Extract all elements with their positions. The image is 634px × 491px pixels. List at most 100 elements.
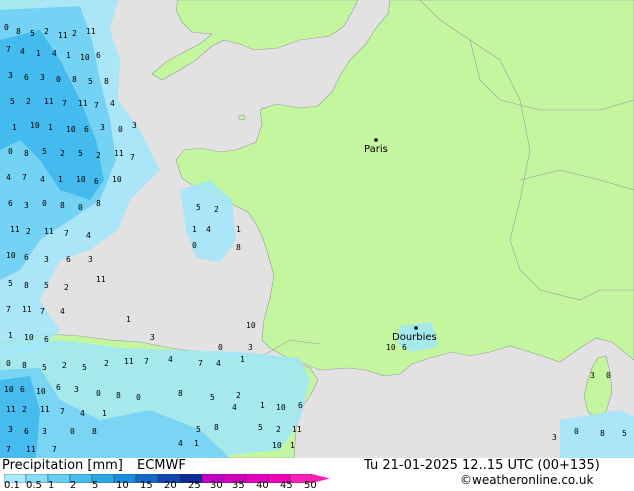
precip-value: 8 xyxy=(236,243,241,252)
precip-value: 11 xyxy=(10,225,20,234)
precip-value: 2 xyxy=(60,149,65,158)
precip-value: 2 xyxy=(72,29,77,38)
precip-value: 1 xyxy=(194,439,199,448)
precip-value: 6 xyxy=(24,253,29,262)
precip-value: 3 xyxy=(150,333,155,342)
precip-value: 6 xyxy=(94,177,99,186)
precip-value: 0 xyxy=(96,389,101,398)
precip-value: 5 xyxy=(10,97,15,106)
precip-value: 1 xyxy=(58,175,63,184)
precip-value: 0 xyxy=(70,427,75,436)
precip-value: 4 xyxy=(110,99,115,108)
precip-value: 10 xyxy=(24,333,34,342)
precip-value: 4 xyxy=(6,173,11,182)
precip-value: 3 xyxy=(88,255,93,264)
precip-value: 10 xyxy=(276,403,286,412)
precip-value: 10 xyxy=(36,387,46,396)
precip-value: 5 xyxy=(196,425,201,434)
precip-value: 4 xyxy=(20,47,25,56)
precip-value: 2 xyxy=(26,97,31,106)
precip-value: 4 xyxy=(60,307,65,316)
precip-value: 0 xyxy=(6,359,11,368)
precip-value: 0 xyxy=(574,427,579,436)
precip-value: 11 xyxy=(22,305,32,314)
precip-value: 8 xyxy=(16,27,21,36)
precip-value: 10 xyxy=(386,343,396,352)
precip-value: 8 xyxy=(22,361,27,370)
legend-tick-label: 20 xyxy=(164,480,177,491)
precip-value: 11 xyxy=(58,31,68,40)
precip-value: 11 xyxy=(78,99,88,108)
precip-value: 5 xyxy=(196,203,201,212)
precip-value: 2 xyxy=(44,27,49,36)
precip-value: 4 xyxy=(52,49,57,58)
precip-value: 1 xyxy=(102,409,107,418)
precip-value: 11 xyxy=(44,97,54,106)
precipitation-map[interactable]: 0 8 5 2 11 2 11 7 4 1 4 1 10 6 3 6 3 0 8 5 8 5 2 11 7 11 7 4 1 10 1 10 6… xyxy=(0,0,634,459)
precip-value: 10 xyxy=(76,175,86,184)
precip-value: 1 xyxy=(126,315,131,324)
precip-value: 7 xyxy=(6,305,11,314)
precip-value: 6 xyxy=(20,385,25,394)
precip-value: 0 xyxy=(118,125,123,134)
precip-value: 4 xyxy=(178,439,183,448)
precip-value: 6 xyxy=(24,73,29,82)
precip-value: 4 xyxy=(40,175,45,184)
precip-value: 0 xyxy=(4,23,9,32)
precip-value: 1 xyxy=(8,331,13,340)
precip-value: 5 xyxy=(44,281,49,290)
valid-time: Tu 21-01-2025 12..15 UTC (00+135) xyxy=(364,458,600,473)
precip-value: 0 xyxy=(8,147,13,156)
precip-value: 0 xyxy=(218,343,223,352)
precip-value: 0 xyxy=(78,203,83,212)
precip-value: 8 xyxy=(104,77,109,86)
city-label-dourbies: Dourbies xyxy=(392,332,437,343)
title-precipitation: Precipitation [mm] xyxy=(2,458,123,473)
precip-value: 8 xyxy=(92,427,97,436)
precip-value: 3 xyxy=(552,433,557,442)
precip-value: 8 xyxy=(600,429,605,438)
model-label: ECMWF xyxy=(137,458,186,473)
precip-value: 6 xyxy=(56,383,61,392)
precip-value: 7 xyxy=(64,229,69,238)
city-dot-paris xyxy=(374,138,378,142)
precip-value: 3 xyxy=(40,73,45,82)
precip-value: 6 xyxy=(96,51,101,60)
precip-value: 1 xyxy=(12,123,17,132)
precip-value: 10 xyxy=(30,121,40,130)
precip-value: 1 xyxy=(48,123,53,132)
legend-tick-label: 2 xyxy=(70,480,77,491)
precip-value: 7 xyxy=(198,359,203,368)
precip-value: 6 xyxy=(298,401,303,410)
precip-value: 8 xyxy=(178,389,183,398)
precip-value: 7 xyxy=(6,45,11,54)
precip-value: 1 xyxy=(240,355,245,364)
precip-value: 5 xyxy=(210,393,215,402)
precip-value: 1 xyxy=(66,51,71,60)
legend-tick-label: 30 xyxy=(210,480,223,491)
precip-value: 2 xyxy=(64,283,69,292)
precip-value: 4 xyxy=(216,359,221,368)
precip-value: 10 xyxy=(4,385,14,394)
precip-value: 10 xyxy=(66,125,76,134)
precip-value: 11 xyxy=(96,275,106,284)
precip-value: 8 xyxy=(24,281,29,290)
legend-tick-label: 10 xyxy=(116,480,129,491)
precip-value: 1 xyxy=(192,225,197,234)
precip-value: 4 xyxy=(168,355,173,364)
precip-value: 1 xyxy=(36,49,41,58)
precip-value: 6 xyxy=(402,343,407,352)
precip-value: 2 xyxy=(236,391,241,400)
legend-tick-label: 35 xyxy=(232,480,245,491)
city-label-paris: Paris xyxy=(364,144,388,155)
precip-value: 7 xyxy=(130,153,135,162)
precip-value: 7 xyxy=(144,357,149,366)
precip-value: 2 xyxy=(26,227,31,236)
precip-value: 3 xyxy=(74,385,79,394)
precip-value: 0 xyxy=(56,75,61,84)
precip-value: 0 xyxy=(42,199,47,208)
precip-value: 6 xyxy=(84,125,89,134)
precip-value: 6 xyxy=(24,427,29,436)
precip-value: 2 xyxy=(214,205,219,214)
precip-value: 2 xyxy=(104,359,109,368)
